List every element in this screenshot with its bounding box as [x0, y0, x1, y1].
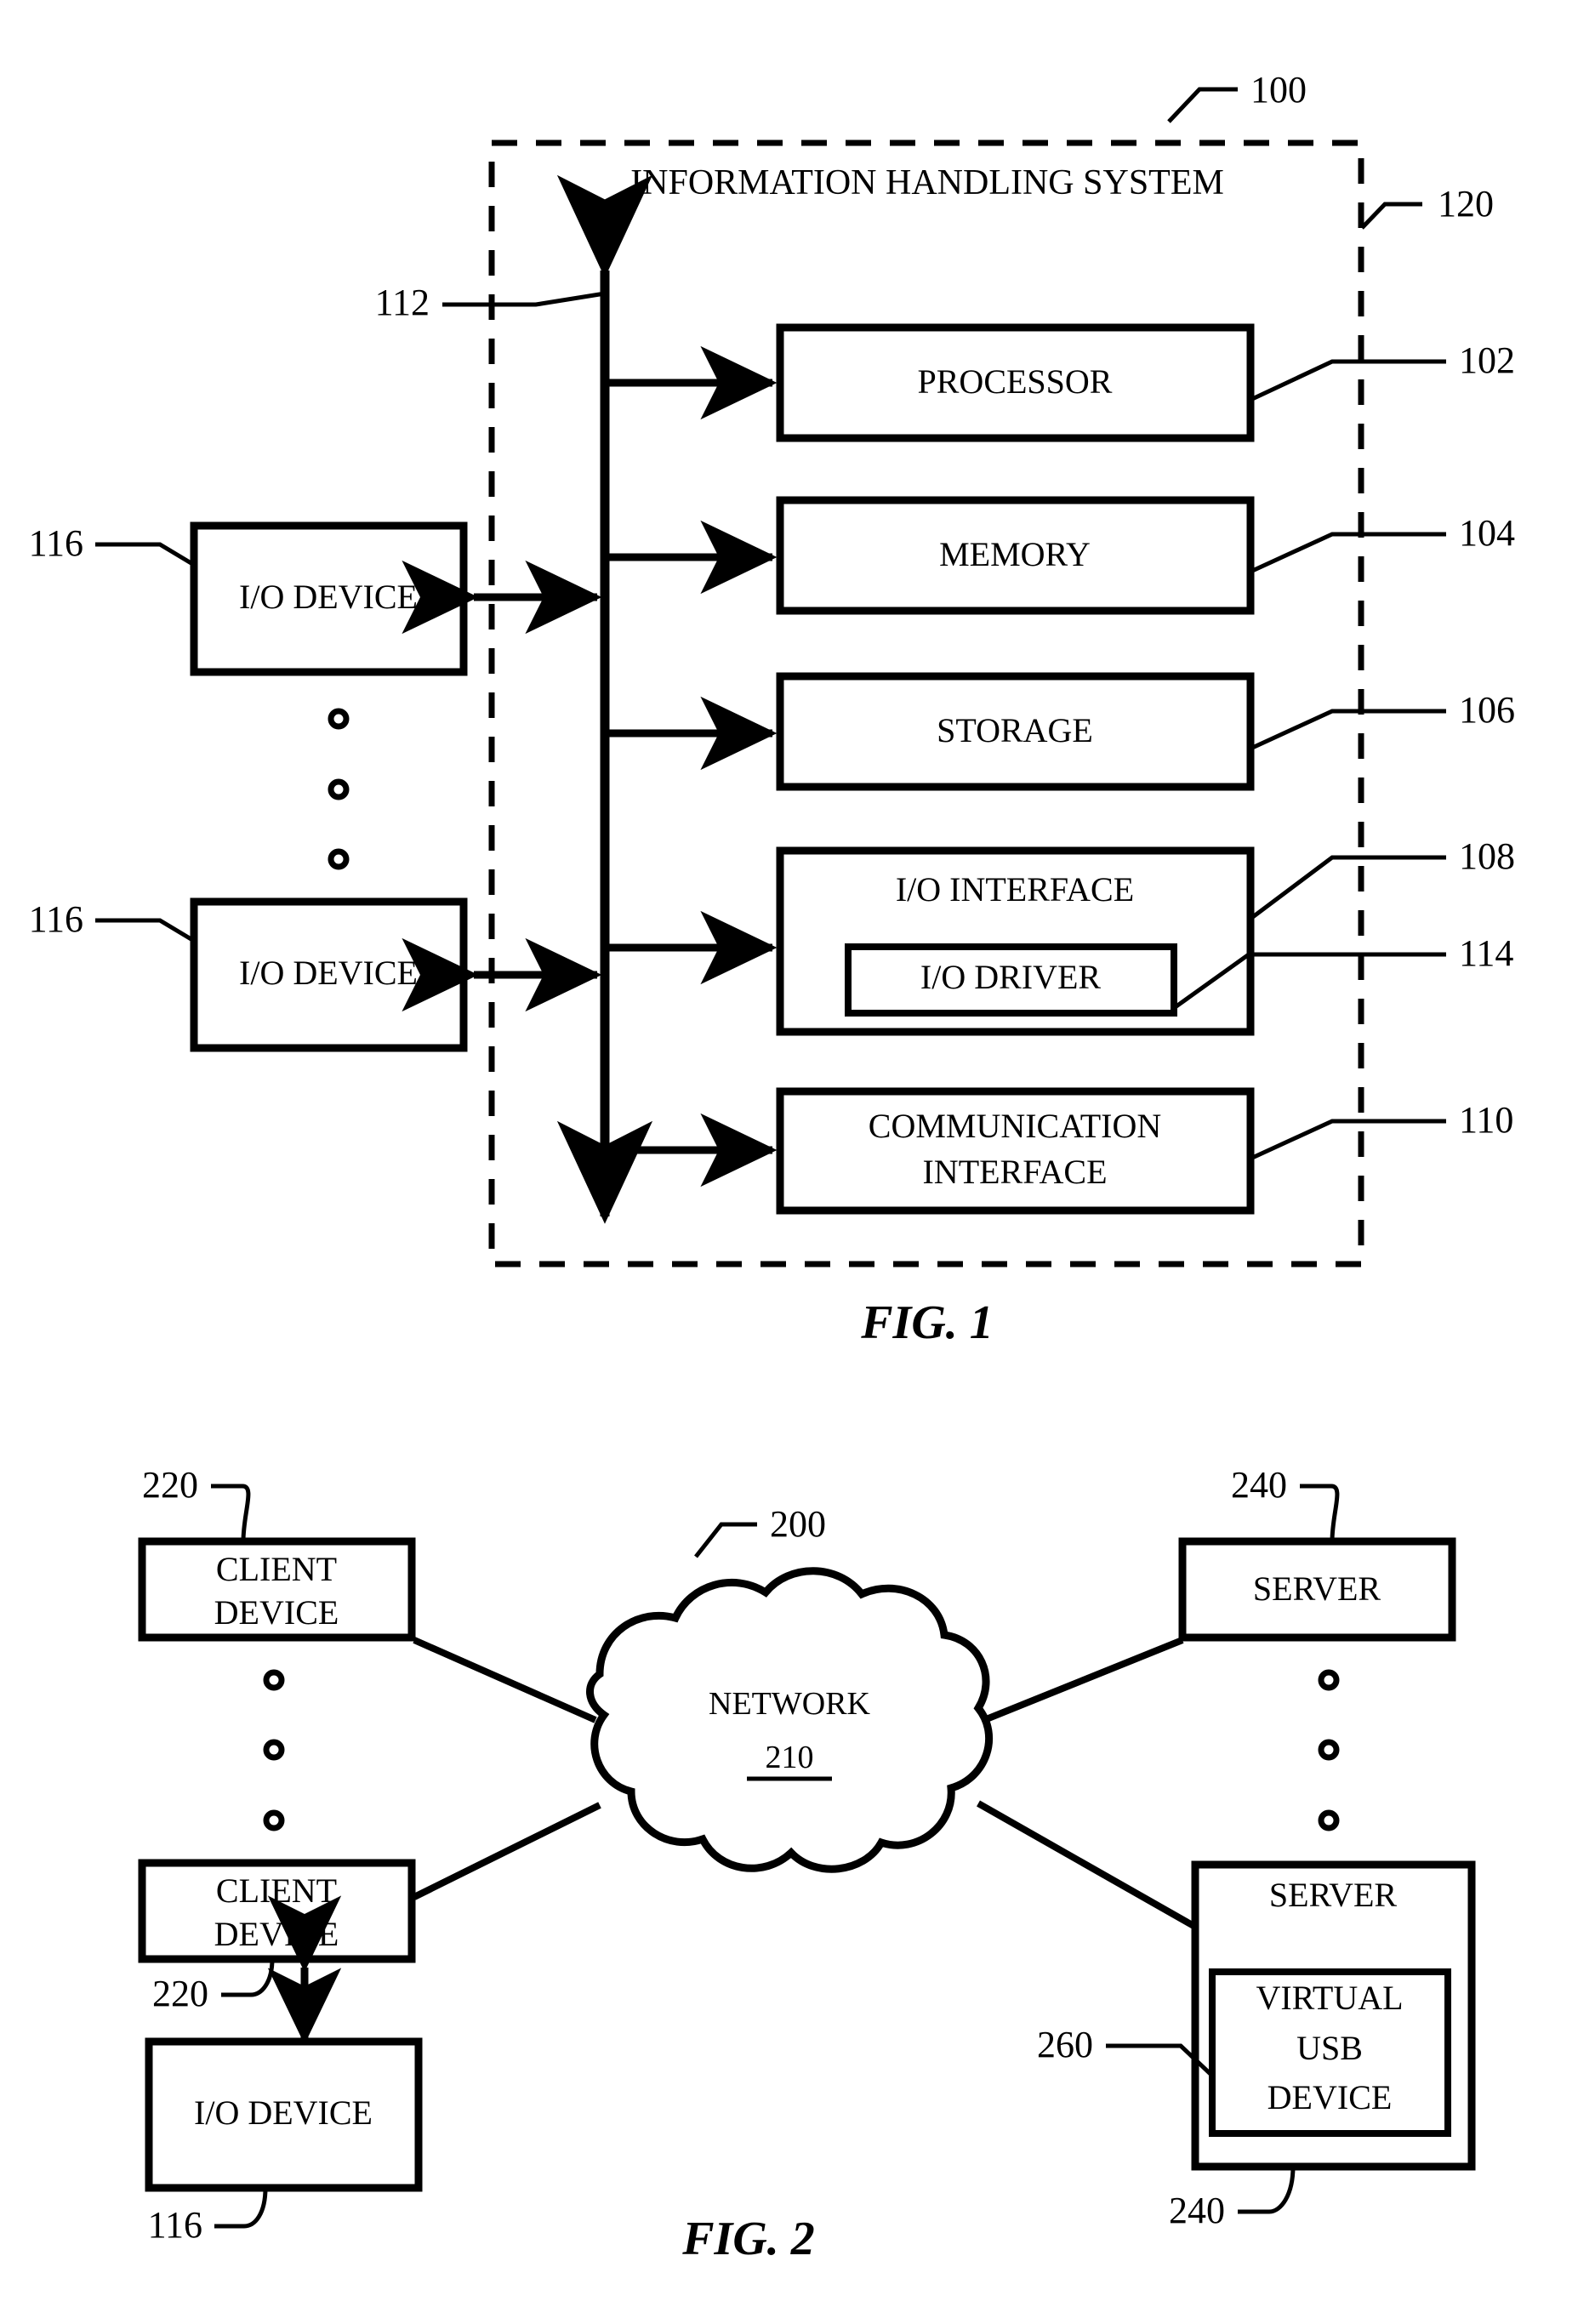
- ref-label-240-upper: 240: [1231, 1464, 1287, 1506]
- client-device-upper-label-line1: CLIENT: [216, 1550, 337, 1588]
- memory-label: MEMORY: [939, 535, 1091, 573]
- ref-label-100: 100: [1250, 69, 1307, 111]
- processor-label: PROCESSOR: [918, 362, 1113, 401]
- virtual-usb-device-label-line1: VIRTUAL: [1256, 1979, 1403, 2017]
- ref-label-106: 106: [1459, 689, 1515, 731]
- ref-label-220-upper: 220: [142, 1464, 198, 1506]
- ref-label-104: 104: [1459, 512, 1515, 554]
- ref-label-114: 114: [1459, 932, 1513, 974]
- virtual-usb-device-label-line2: USB: [1296, 2029, 1363, 2067]
- figure-1-caption: FIG. 1: [860, 1296, 994, 1349]
- ref-label-116-lower: 116: [29, 898, 83, 940]
- network-label: NETWORK: [709, 1686, 871, 1722]
- ref-label-110: 110: [1459, 1099, 1513, 1141]
- client-device-lower-label-line1: CLIENT: [216, 1871, 337, 1910]
- virtual-usb-device-label-line3: DEVICE: [1267, 2078, 1393, 2116]
- server-upper-label: SERVER: [1253, 1569, 1381, 1608]
- ref-label-220-lower: 220: [152, 1973, 208, 2014]
- ref-label-102: 102: [1459, 339, 1515, 381]
- figure-2-caption: FIG. 2: [681, 2213, 815, 2265]
- communication-interface-label-line2: INTERFACE: [922, 1153, 1107, 1191]
- client-device-upper-label-line2: DEVICE: [214, 1593, 339, 1632]
- figures-canvas: 100 INFORMATION HANDLING SYSTEM 120 112 …: [0, 0, 1595, 2324]
- ref-label-200: 200: [770, 1503, 826, 1545]
- ref-label-108: 108: [1459, 835, 1515, 877]
- io-driver-label: I/O DRIVER: [920, 958, 1102, 996]
- io-interface-label: I/O INTERFACE: [896, 870, 1134, 909]
- ref-label-112: 112: [375, 282, 430, 323]
- system-title: INFORMATION HANDLING SYSTEM: [630, 163, 1224, 202]
- io-device-lower-label: I/O DEVICE: [239, 954, 418, 992]
- ref-label-120: 120: [1438, 183, 1494, 225]
- ref-label-240-lower: 240: [1169, 2190, 1225, 2231]
- patent-drawing-sheet: 100 INFORMATION HANDLING SYSTEM 120 112 …: [0, 0, 1595, 2324]
- network-ref-label: 210: [766, 1740, 814, 1775]
- client-device-lower-label-line2: DEVICE: [214, 1915, 339, 1953]
- io-device-upper-label: I/O DEVICE: [239, 578, 418, 616]
- storage-label: STORAGE: [937, 711, 1093, 749]
- figure2-io-device-label: I/O DEVICE: [194, 2093, 373, 2132]
- ref-label-116-fig2: 116: [148, 2204, 202, 2246]
- server-lower-label: SERVER: [1269, 1876, 1397, 1914]
- communication-interface-label-line1: COMMUNICATION: [869, 1107, 1161, 1145]
- ref-label-116-upper: 116: [29, 522, 83, 564]
- ref-label-260: 260: [1037, 2024, 1093, 2065]
- page-background: [0, 0, 1595, 2324]
